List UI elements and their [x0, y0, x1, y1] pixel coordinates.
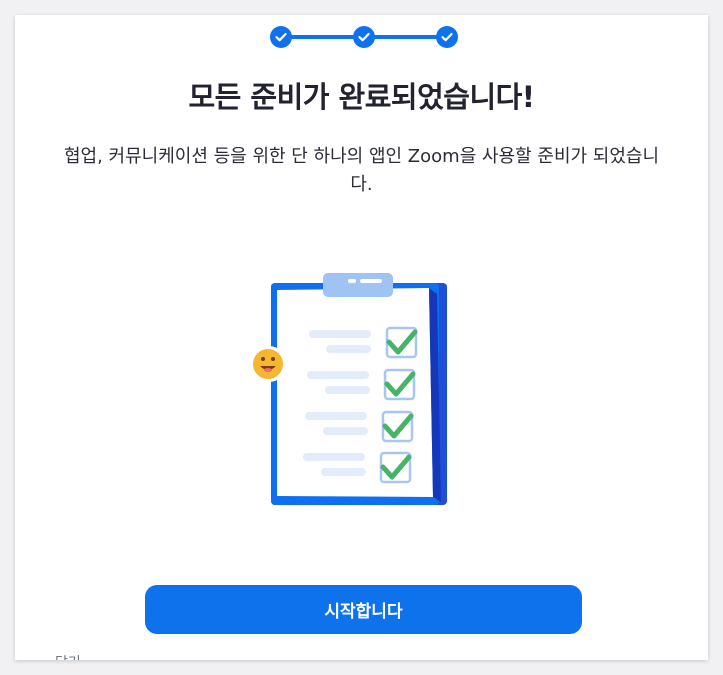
step-2-complete-icon — [353, 26, 375, 48]
page-title: 모든 준비가 완료되었습니다! — [188, 80, 535, 114]
page-description: 협업, 커뮤니케이션 등을 위한 단 하나의 앱인 Zoom을 사용할 준비가 … — [63, 146, 660, 195]
step-1-complete-icon — [270, 26, 292, 48]
progress-stepper — [270, 26, 458, 48]
smiley-face-icon — [251, 346, 287, 382]
close-link[interactable]: 닫기 — [55, 654, 81, 660]
clipboard-checklist-icon — [251, 270, 451, 508]
onboarding-complete-card: 모든 준비가 완료되었습니다! 협업, 커뮤니케이션 등을 위한 단 하나의 앱… — [15, 15, 708, 660]
start-button[interactable]: 시작합니다 — [145, 585, 582, 634]
stepper-connector — [367, 35, 444, 39]
stepper-connector — [284, 35, 361, 39]
step-3-complete-icon — [436, 26, 458, 48]
